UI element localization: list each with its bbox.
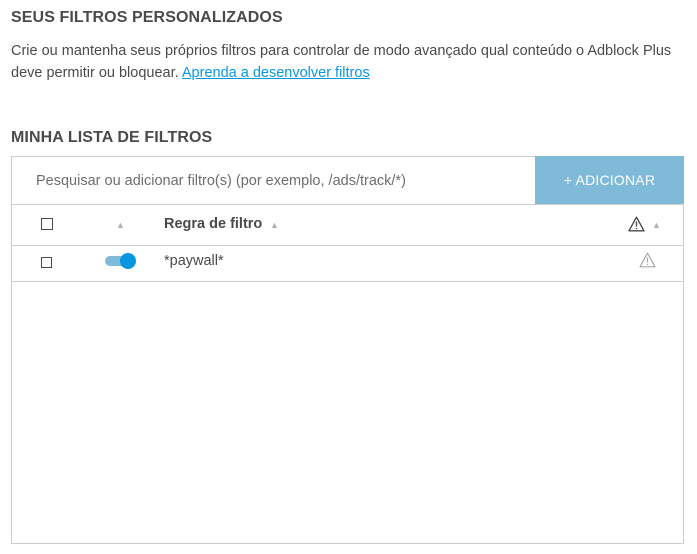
toggle-knob — [120, 253, 136, 269]
search-add-row: + ADICIONAR — [12, 156, 684, 205]
filter-rule-text[interactable]: *paywall* — [164, 253, 224, 269]
table-header-row: ▲ Regra de filtro ▲ ▲ — [12, 205, 683, 246]
select-all-checkbox[interactable] — [41, 218, 53, 230]
sort-warning-icon[interactable]: ▲ — [652, 220, 661, 230]
sort-rule-icon[interactable]: ▲ — [270, 220, 279, 230]
table-row[interactable]: *paywall* — [12, 246, 683, 282]
row-select-checkbox[interactable] — [41, 257, 52, 268]
custom-filters-description: Crie ou mantenha seus próprios filtros p… — [11, 40, 681, 84]
filter-list-table: + ADICIONAR ▲ Regra de filtro ▲ ▲ — [11, 156, 684, 544]
learn-filters-link[interactable]: Aprenda a desenvolver filtros — [182, 65, 370, 81]
column-header-rule[interactable]: Regra de filtro — [164, 216, 262, 232]
custom-filters-heading: SEUS FILTROS PERSONALIZADOS — [11, 9, 283, 26]
filter-list-heading: MINHA LISTA DE FILTROS — [11, 129, 213, 146]
row-warning-icon — [639, 252, 656, 273]
add-filter-button[interactable]: + ADICIONAR — [535, 156, 684, 204]
sort-status-icon[interactable]: ▲ — [116, 220, 125, 230]
filter-search-input[interactable] — [12, 157, 535, 204]
warning-column-icon[interactable] — [628, 216, 645, 237]
filter-enabled-toggle[interactable] — [105, 252, 137, 270]
custom-filters-page: SEUS FILTROS PERSONALIZADOS Crie ou mant… — [0, 0, 697, 554]
